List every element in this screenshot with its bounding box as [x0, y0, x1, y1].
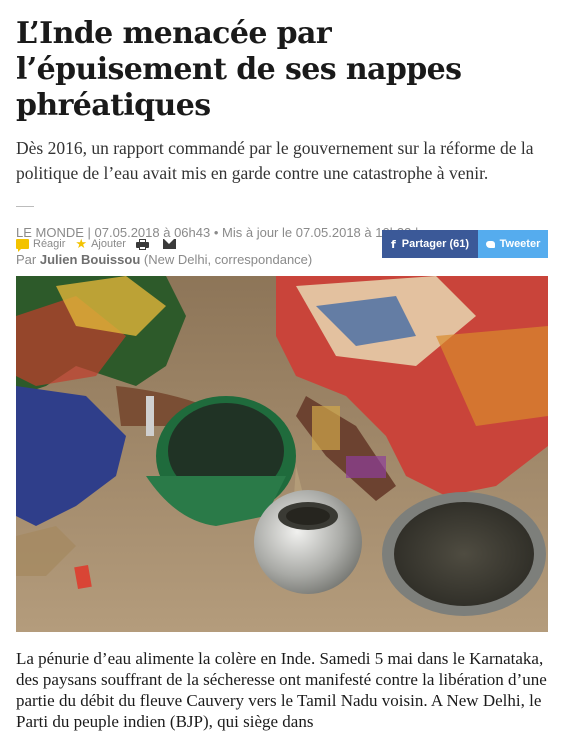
facebook-icon: f — [390, 237, 396, 251]
water-pouring-image — [16, 276, 548, 632]
react-label: Réagir — [33, 238, 66, 250]
mail-icon — [162, 239, 176, 249]
print-icon — [135, 238, 149, 250]
add-favorite-button[interactable]: ★ Ajouter — [75, 236, 126, 251]
article-lede: Dès 2016, un rapport commandé par le gou… — [16, 138, 534, 183]
twitter-share-label: Tweeter — [499, 238, 541, 250]
article-title: L’Inde menacée par l’épuisement de ses n… — [16, 16, 462, 123]
article-body: La pénurie d’eau alimente la colère en I… — [16, 649, 547, 731]
comment-icon — [16, 239, 29, 252]
print-button[interactable] — [135, 238, 153, 250]
article-photo — [16, 276, 548, 632]
email-button[interactable] — [162, 239, 180, 249]
react-button[interactable]: Réagir — [16, 238, 66, 252]
article-page: L’Inde menacée par l’épuisement de ses n… — [0, 0, 564, 734]
twitter-icon — [485, 240, 495, 248]
article-toolbar: Réagir ★ Ajouter f Partager (61) Tweeter — [16, 230, 548, 258]
divider — [16, 206, 34, 207]
facebook-share-label: Partager (61) — [401, 238, 470, 250]
facebook-share-button[interactable]: f Partager (61) — [382, 230, 478, 258]
twitter-share-button[interactable]: Tweeter — [478, 230, 548, 258]
star-icon: ★ — [75, 236, 88, 251]
add-label: Ajouter — [91, 238, 126, 250]
